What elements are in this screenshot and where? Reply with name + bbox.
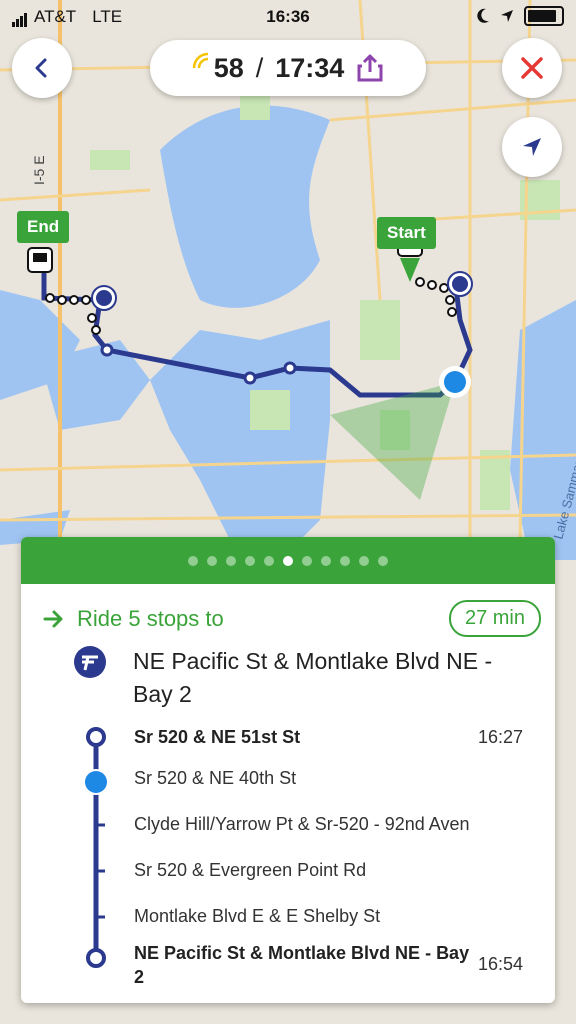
back-button[interactable] — [12, 38, 72, 98]
close-button[interactable] — [502, 38, 562, 98]
step-dot[interactable] — [359, 555, 369, 566]
stop-item[interactable]: Sr 520 & NE 40th St — [134, 768, 296, 789]
stop-item[interactable]: NE Pacific St & Montlake Blvd NE - Bay 2 — [134, 941, 474, 989]
stop-item[interactable]: Sr 520 & Evergreen Point Rd — [134, 860, 366, 881]
end-label: End — [17, 211, 70, 243]
step-dot[interactable] — [245, 555, 255, 566]
step-dot[interactable] — [302, 555, 312, 566]
realtime-icon — [192, 52, 208, 69]
status-bar: AT&T LTE 16:36 — [0, 0, 576, 34]
navigation-arrow-icon — [523, 138, 541, 156]
step-dot[interactable] — [264, 555, 274, 566]
destination-name: NE Pacific St & Montlake Blvd NE - Bay 2 — [133, 648, 493, 707]
step-dot[interactable] — [321, 555, 331, 566]
destination-row: NE Pacific St & Montlake Blvd NE - Bay 2 — [73, 645, 513, 711]
battery-icon — [524, 6, 564, 26]
arrival-time: 17:34 — [275, 52, 345, 83]
separator: / — [255, 52, 264, 83]
step-dot[interactable] — [226, 555, 236, 566]
location-arrow-icon — [501, 10, 513, 22]
highway-label: I-5 E — [31, 155, 47, 185]
stop-list: Sr 520 & NE 51st St 16:27 Sr 520 & NE 40… — [21, 722, 555, 987]
close-icon — [521, 57, 543, 79]
duration-badge: 27 min — [448, 600, 541, 637]
trip-step-card[interactable]: Ride 5 stops to 27 min NE Pacific St & M… — [21, 537, 555, 1003]
arrow-right-icon — [43, 610, 63, 628]
ride-instruction: Ride 5 stops to 27 min — [43, 599, 541, 639]
step-dot[interactable] — [378, 555, 388, 566]
transit-agency-icon — [74, 646, 106, 678]
moon-icon — [477, 8, 489, 23]
stop-time: 16:54 — [477, 954, 523, 974]
recenter-button[interactable] — [502, 117, 562, 177]
step-dot-active[interactable] — [283, 555, 293, 566]
step-dot[interactable] — [188, 555, 198, 566]
ride-text: Ride 5 stops to — [77, 606, 224, 631]
step-indicator[interactable] — [21, 537, 555, 584]
stop-item[interactable]: Sr 520 & NE 51st St — [134, 727, 300, 748]
realtime-minutes: 58 — [213, 52, 244, 83]
stop-time: 16:27 — [477, 727, 523, 747]
start-label: Start — [377, 217, 436, 249]
eta-pill[interactable]: 58 / 17:34 — [150, 40, 426, 96]
step-dot[interactable] — [340, 555, 350, 566]
stop-item[interactable]: Montlake Blvd E & E Shelby St — [134, 906, 380, 927]
chevron-left-icon — [35, 58, 47, 78]
stop-item[interactable]: Clyde Hill/Yarrow Pt & Sr-520 - 92nd Ave… — [134, 814, 470, 835]
share-icon[interactable] — [356, 53, 384, 83]
step-dot[interactable] — [207, 555, 217, 566]
